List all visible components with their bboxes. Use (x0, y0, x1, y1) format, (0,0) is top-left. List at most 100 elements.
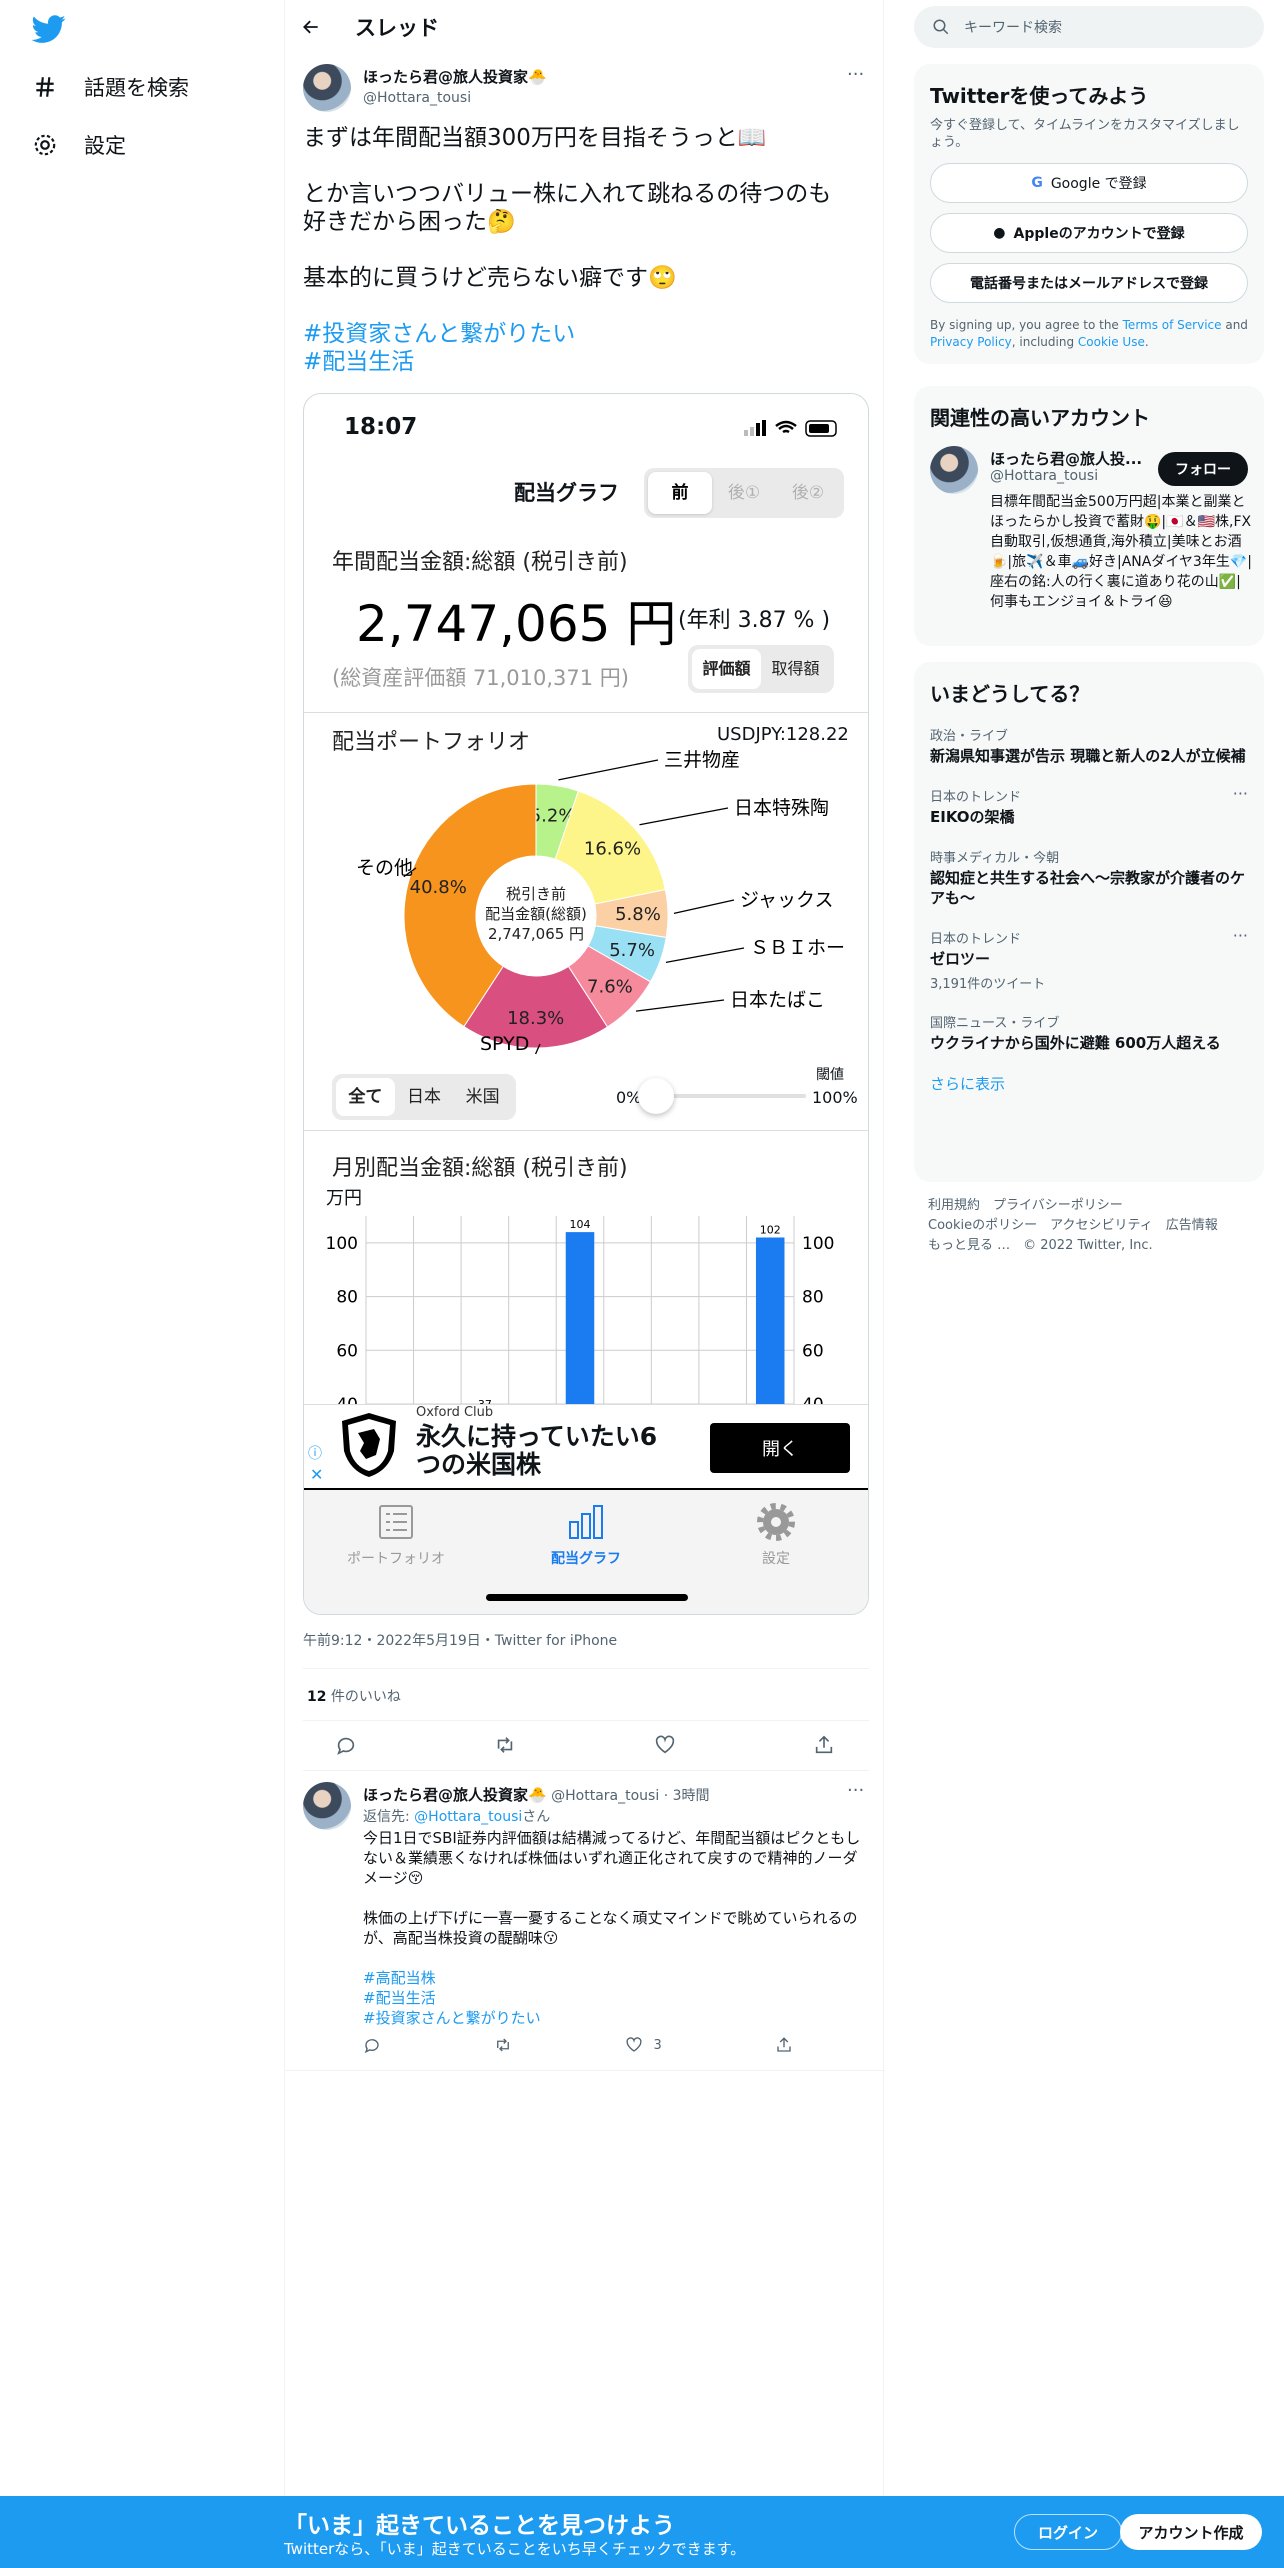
terms-link[interactable]: Terms of Service (1123, 318, 1222, 332)
info-icon[interactable]: ⓘ (308, 1443, 322, 1463)
banner-title: 「いま」起きていることを見つけよう (284, 2513, 675, 2539)
trend-item[interactable]: 国際ニュース・ライブ ウクライナから国外に避難 600万人超える (914, 1002, 1264, 1063)
avatar[interactable] (930, 446, 978, 494)
trend-item[interactable]: 政治・ライブ 新潟県知事選が告示 現職と新人の2人が立候補 (914, 715, 1264, 776)
hashtag-link[interactable]: #配当生活 (303, 348, 873, 376)
more-icon[interactable]: ··· (1233, 784, 1248, 803)
apple-signup-button[interactable]: ● Appleのアカウントで登録 (930, 213, 1248, 253)
back-arrow-icon[interactable] (301, 17, 321, 37)
tweet-timestamp[interactable]: 午前9:12・2022年5月19日・Twitter for iPhone (303, 1630, 617, 1650)
heart-icon[interactable] (654, 1734, 676, 1756)
trend-item[interactable]: 日本のトレンド ゼロツー 3,191件のツイート ··· (914, 918, 1264, 1002)
pie-slice-label: 日本特殊陶 (734, 797, 829, 819)
nav-explore[interactable]: 話題を検索 (32, 72, 189, 102)
reply-paragraph: 株価の上げ下げに一喜一憂することなく頑丈マインドで眺めていられるのが、高配当株投… (363, 1909, 858, 1947)
main-column: スレッド ほったら君@旅人投資家🐣 @Hottara_tousi ··· まずは… (284, 0, 885, 2568)
google-icon: G (1031, 175, 1043, 191)
avatar[interactable] (303, 1782, 351, 1830)
trend-item[interactable]: 時事メディカル・今朝 認知症と共生する社会へ～宗教家が介護者のケアも～ (914, 837, 1264, 918)
pie-slice-label: 日本たばこ (730, 989, 825, 1011)
search-icon (933, 19, 949, 35)
banner-subtitle: Twitterなら、「いま」起きていることをいち早くチェックできます。 (284, 2540, 746, 2558)
filter-japan[interactable]: 日本 (395, 1078, 454, 1116)
trends-card: いまどうしてる？ 政治・ライブ 新潟県知事選が告示 現職と新人の2人が立候補 日本… (914, 662, 1264, 1182)
trend-category: 日本のトレンド (930, 790, 1022, 805)
close-icon[interactable]: ✕ (310, 1465, 323, 1484)
pie-slice-label: その他 (356, 857, 413, 879)
slider-knob[interactable] (638, 1078, 674, 1114)
tab-portfolio[interactable]: ポートフォリオ (326, 1502, 466, 1568)
trend-title: 認知症と共生する社会へ～宗教家が介護者のケアも～ (930, 869, 1246, 907)
likes-count[interactable]: 12 件のいいね (307, 1686, 401, 1706)
more-icon[interactable]: ··· (1233, 926, 1248, 945)
tab-label: 配当グラフ (551, 1551, 621, 1567)
pie-percent-label: 16.6% (584, 839, 641, 860)
tweet-author[interactable]: ほったら君@旅人投資家🐣 @Hottara_tousi (363, 66, 547, 106)
terms-part: and (1221, 318, 1248, 332)
attached-image[interactable]: 18:07 配当グラフ 前 後① 後② 年間配当金額:総額 (税引き前) 2,7… (303, 393, 869, 1615)
tab-settings[interactable]: 設定 (706, 1502, 846, 1568)
privacy-link[interactable]: Privacy Policy (930, 335, 1012, 349)
button-label: Google で登録 (1050, 176, 1147, 192)
month-bar (755, 1237, 785, 1404)
ad-open-button[interactable]: 開く (710, 1423, 850, 1473)
signup-title: Twitterを使ってみよう (930, 84, 1149, 108)
threshold-slider[interactable] (638, 1078, 806, 1114)
like-group[interactable]: 3 (625, 2036, 662, 2054)
avatar[interactable] (303, 64, 351, 112)
home-indicator (486, 1594, 688, 1601)
share-icon[interactable] (775, 2036, 793, 2054)
show-more-link[interactable]: さらに表示 (914, 1063, 1264, 1104)
pie-leader-line (673, 899, 735, 915)
author-name[interactable]: ほったら君@旅人投資家🐣 (363, 1786, 547, 1804)
footer-links: 利用規約 プライバシーポリシー Cookieのポリシー アクセシビリティ 広告情… (928, 1196, 1258, 1256)
cookie-link[interactable]: Cookie Use (1078, 335, 1145, 349)
login-button[interactable]: ログイン (1014, 2514, 1122, 2550)
y-tick-label: 80 (802, 1288, 824, 1308)
tweet-line: とか言いつつバリュー株に入れて跳ねるの待つのも (303, 181, 832, 207)
likes-label: 件のいいね (326, 1689, 401, 1705)
pie-slice-label: ジャックス (740, 889, 833, 911)
tab-dividend-graph[interactable]: 配当グラフ (516, 1502, 656, 1568)
hashtag-link[interactable]: #投資家さんと繋がりたい (303, 320, 873, 348)
button-label: Appleのアカウントで登録 (1013, 226, 1185, 242)
likes-number: 12 (307, 1689, 327, 1705)
hashtag-link[interactable]: #配当生活 (363, 1988, 868, 2008)
share-icon[interactable] (813, 1734, 835, 1756)
reply-icon[interactable] (363, 2036, 381, 2054)
y-tick-label: 60 (336, 1341, 358, 1361)
reply-icon[interactable] (335, 1734, 357, 1756)
hashtag-link[interactable]: #高配当株 (363, 1968, 868, 1988)
follow-button[interactable]: フォロー (1158, 452, 1248, 486)
trend-category: 国際ニュース・ライブ (930, 1016, 1060, 1031)
retweet-icon[interactable] (494, 1734, 516, 1756)
search-input[interactable]: キーワード検索 (914, 6, 1264, 48)
reply-to-suffix: さん (522, 1809, 551, 1825)
y-tick-label: 100 (802, 1234, 834, 1254)
shield-lion-icon (342, 1413, 396, 1477)
filter-all[interactable]: 全て (336, 1078, 395, 1116)
nav-settings[interactable]: 設定 (32, 130, 126, 160)
ad-banner[interactable]: ⓘ ✕ Oxford Club 永久に持っていたい6 つの米国株 開く (304, 1404, 868, 1490)
reply-to-link[interactable]: @Hottara_tousi (414, 1809, 522, 1825)
google-signup-button[interactable]: G Google で登録 (930, 163, 1248, 203)
signup-button[interactable]: アカウント作成 (1120, 2514, 1262, 2550)
y-tick-label: 40 (336, 1395, 358, 1404)
retweet-icon[interactable] (494, 2036, 512, 2054)
tab-label: ポートフォリオ (347, 1551, 445, 1567)
more-icon[interactable]: ··· (847, 1780, 864, 1801)
phone-signup-button[interactable]: 電話番号またはメールアドレスで登録 (930, 263, 1248, 303)
twitter-logo-icon[interactable] (32, 12, 66, 46)
footer-line[interactable]: 利用規約 プライバシーポリシー (928, 1196, 1258, 1216)
hashtag-link[interactable]: #投資家さんと繋がりたい (363, 2008, 868, 2028)
footer-line[interactable]: もっと見る … © 2022 Twitter, Inc. (928, 1236, 1258, 1256)
reply-time[interactable]: 3時間 (673, 1788, 710, 1804)
footer-line[interactable]: Cookieのポリシー アクセシビリティ 広告情報 (928, 1216, 1258, 1236)
more-icon[interactable]: ··· (847, 64, 864, 85)
account-name[interactable]: ほったら君@旅人投... (990, 448, 1142, 469)
filter-us[interactable]: 米国 (453, 1078, 512, 1116)
market-filter[interactable]: 全て 日本 米国 (332, 1074, 516, 1120)
monthly-bar-chart: 40406060808010010037104102 (326, 1216, 834, 1404)
button-label: 電話番号またはメールアドレスで登録 (970, 276, 1208, 292)
trend-item[interactable]: 日本のトレンド EIKOの架橋 ··· (914, 776, 1264, 837)
